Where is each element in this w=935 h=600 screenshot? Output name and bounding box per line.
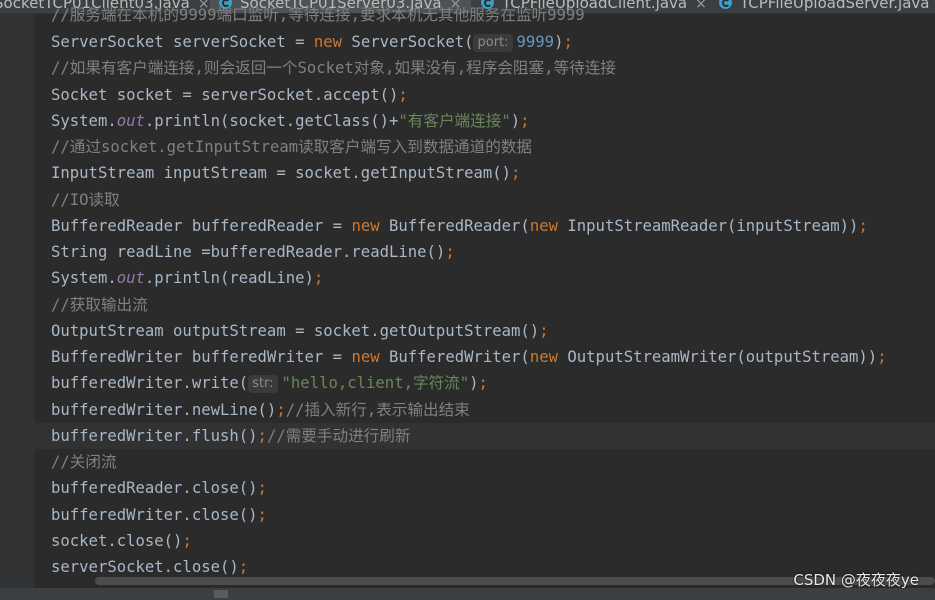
keyword: new (351, 217, 380, 235)
code-line[interactable]: System.out.println(socket.getClass()+"有客… (51, 108, 530, 134)
comment: //如果有客户端连接,则会返回一个Socket对象,如果没有,程序会阻塞,等待连… (51, 59, 616, 77)
semicolon: ; (539, 322, 549, 340)
semicolon: ; (520, 112, 530, 130)
tab-file-upload-server[interactable]: TCPFileUploadServer.java (719, 0, 929, 13)
semicolon: ; (445, 243, 455, 261)
code-line[interactable]: Socket socket = serverSocket.accept(); (51, 82, 408, 108)
code-text: .println(readLine) (144, 269, 314, 287)
code-line-current[interactable]: bufferedWriter.flush();//需要手动进行刷新 (51, 423, 410, 449)
panel-handle[interactable] (214, 590, 228, 598)
code-line[interactable]: bufferedReader.close(); (51, 475, 267, 501)
number-literal: 9999 (516, 33, 555, 51)
static-field: out (116, 269, 145, 287)
code-line[interactable]: String readLine =bufferedReader.readLine… (51, 239, 455, 265)
code-text: OutputStream outputStream = socket.getOu… (51, 322, 540, 340)
close-icon[interactable]: × (695, 0, 707, 12)
code-text: System. (51, 112, 117, 130)
code-line[interactable]: BufferedReader bufferedReader = new Buff… (51, 213, 868, 239)
string-literal: "hello,client,字符流" (281, 374, 470, 392)
code-text: socket.close() (51, 532, 183, 550)
keyword: new (529, 217, 558, 235)
code-text: serverSocket.close() (51, 558, 239, 576)
code-line[interactable]: OutputStream outputStream = socket.getOu… (51, 318, 549, 344)
code-text: ) (510, 112, 521, 130)
keyword: new (313, 33, 343, 51)
code-line[interactable]: //IO读取 (51, 187, 120, 213)
semicolon: ; (182, 532, 192, 550)
comment: //获取输出流 (51, 296, 148, 314)
code-line[interactable]: //通过socket.getInputStream读取客户端写入到数据通道的数据 (51, 134, 532, 160)
code-line[interactable]: BufferedWriter bufferedWriter = new Buff… (51, 344, 887, 370)
semicolon: ; (238, 558, 249, 576)
code-text: InputStream inputStream = socket.getInpu… (51, 164, 512, 182)
java-class-icon (719, 0, 732, 9)
semicolon: ; (877, 348, 887, 366)
semicolon: ; (313, 269, 324, 287)
string-literal: "有客户端连接" (398, 112, 511, 130)
code-text: BufferedReader( (379, 217, 530, 235)
watermark: CSDN @夜夜夜ye (793, 571, 919, 589)
comment: //服务端在本机的9999端口监听,等待连接,要求本机无其他服务在监听9999 (51, 6, 585, 24)
code-line[interactable]: //关闭流 (51, 449, 117, 475)
code-text: ServerSocket( (342, 33, 474, 51)
code-text: .println(socket.getClass()+ (144, 112, 399, 130)
static-field: out (116, 112, 145, 130)
line-gutter[interactable] (0, 14, 34, 588)
comment: //IO读取 (51, 191, 120, 209)
code-text: bufferedWriter.flush() (51, 427, 258, 445)
keyword: new (529, 348, 558, 366)
code-text: BufferedReader bufferedReader = (51, 217, 352, 235)
code-line[interactable]: bufferedWriter.newLine();//插入新行,表示输出结束 (51, 397, 470, 423)
semicolon: ; (478, 374, 488, 392)
code-text: BufferedWriter( (379, 348, 530, 366)
code-text: bufferedWriter.write( (51, 374, 249, 392)
code-text: bufferedWriter.close() (51, 506, 258, 524)
code-text: Socket socket = serverSocket.accept() (51, 86, 399, 104)
semicolon: ; (511, 164, 521, 182)
code-text: bufferedWriter.newLine() (51, 401, 277, 419)
tab-label: TCPFileUploadServer.java (740, 0, 930, 12)
code-text: bufferedReader.close() (51, 479, 258, 497)
code-line[interactable]: //获取输出流 (51, 292, 148, 318)
code-text: String readLine =bufferedReader.readLine… (51, 243, 446, 261)
code-text: ) (469, 374, 479, 392)
code-line[interactable]: bufferedWriter.write(str: "hello,client,字… (51, 370, 488, 396)
comment: //插入新行,表示输出结束 (285, 401, 470, 419)
code-text: ServerSocket serverSocket = (51, 33, 314, 51)
code-text: OutputStreamWriter(outputStream)) (558, 348, 878, 366)
code-line[interactable]: //如果有客户端连接,则会返回一个Socket对象,如果没有,程序会阻塞,等待连… (51, 55, 616, 81)
code-text: BufferedWriter bufferedWriter = (51, 348, 352, 366)
code-line[interactable]: bufferedWriter.close(); (51, 502, 267, 528)
semicolon: ; (858, 217, 868, 235)
semicolon: ; (398, 86, 408, 104)
parameter-hint: str: (248, 374, 278, 393)
code-text: System. (51, 269, 117, 287)
keyword: new (351, 348, 380, 366)
comment: //通过socket.getInputStream读取客户端写入到数据通道的数据 (51, 138, 533, 156)
code-text: InputStreamReader(inputStream)) (558, 217, 859, 235)
code-line[interactable]: System.out.println(readLine); (51, 265, 323, 291)
comment: //需要手动进行刷新 (266, 427, 411, 445)
code-line[interactable]: socket.close(); (51, 528, 192, 554)
parameter-hint: port: (473, 33, 513, 52)
semicolon: ; (257, 427, 267, 445)
comment: //关闭流 (51, 453, 117, 471)
code-line[interactable]: //服务端在本机的9999端口监听,等待连接,要求本机无其他服务在监听9999 (51, 2, 585, 28)
code-editor[interactable]: //服务端在本机的9999端口监听,等待连接,要求本机无其他服务在监听9999 … (34, 6, 935, 588)
semicolon: ; (276, 401, 286, 419)
semicolon: ; (257, 506, 267, 524)
semicolon: ; (563, 33, 573, 51)
code-line[interactable]: ServerSocket serverSocket = new ServerSo… (51, 29, 573, 55)
semicolon: ; (257, 479, 267, 497)
code-line[interactable]: InputStream inputStream = socket.getInpu… (51, 160, 520, 186)
